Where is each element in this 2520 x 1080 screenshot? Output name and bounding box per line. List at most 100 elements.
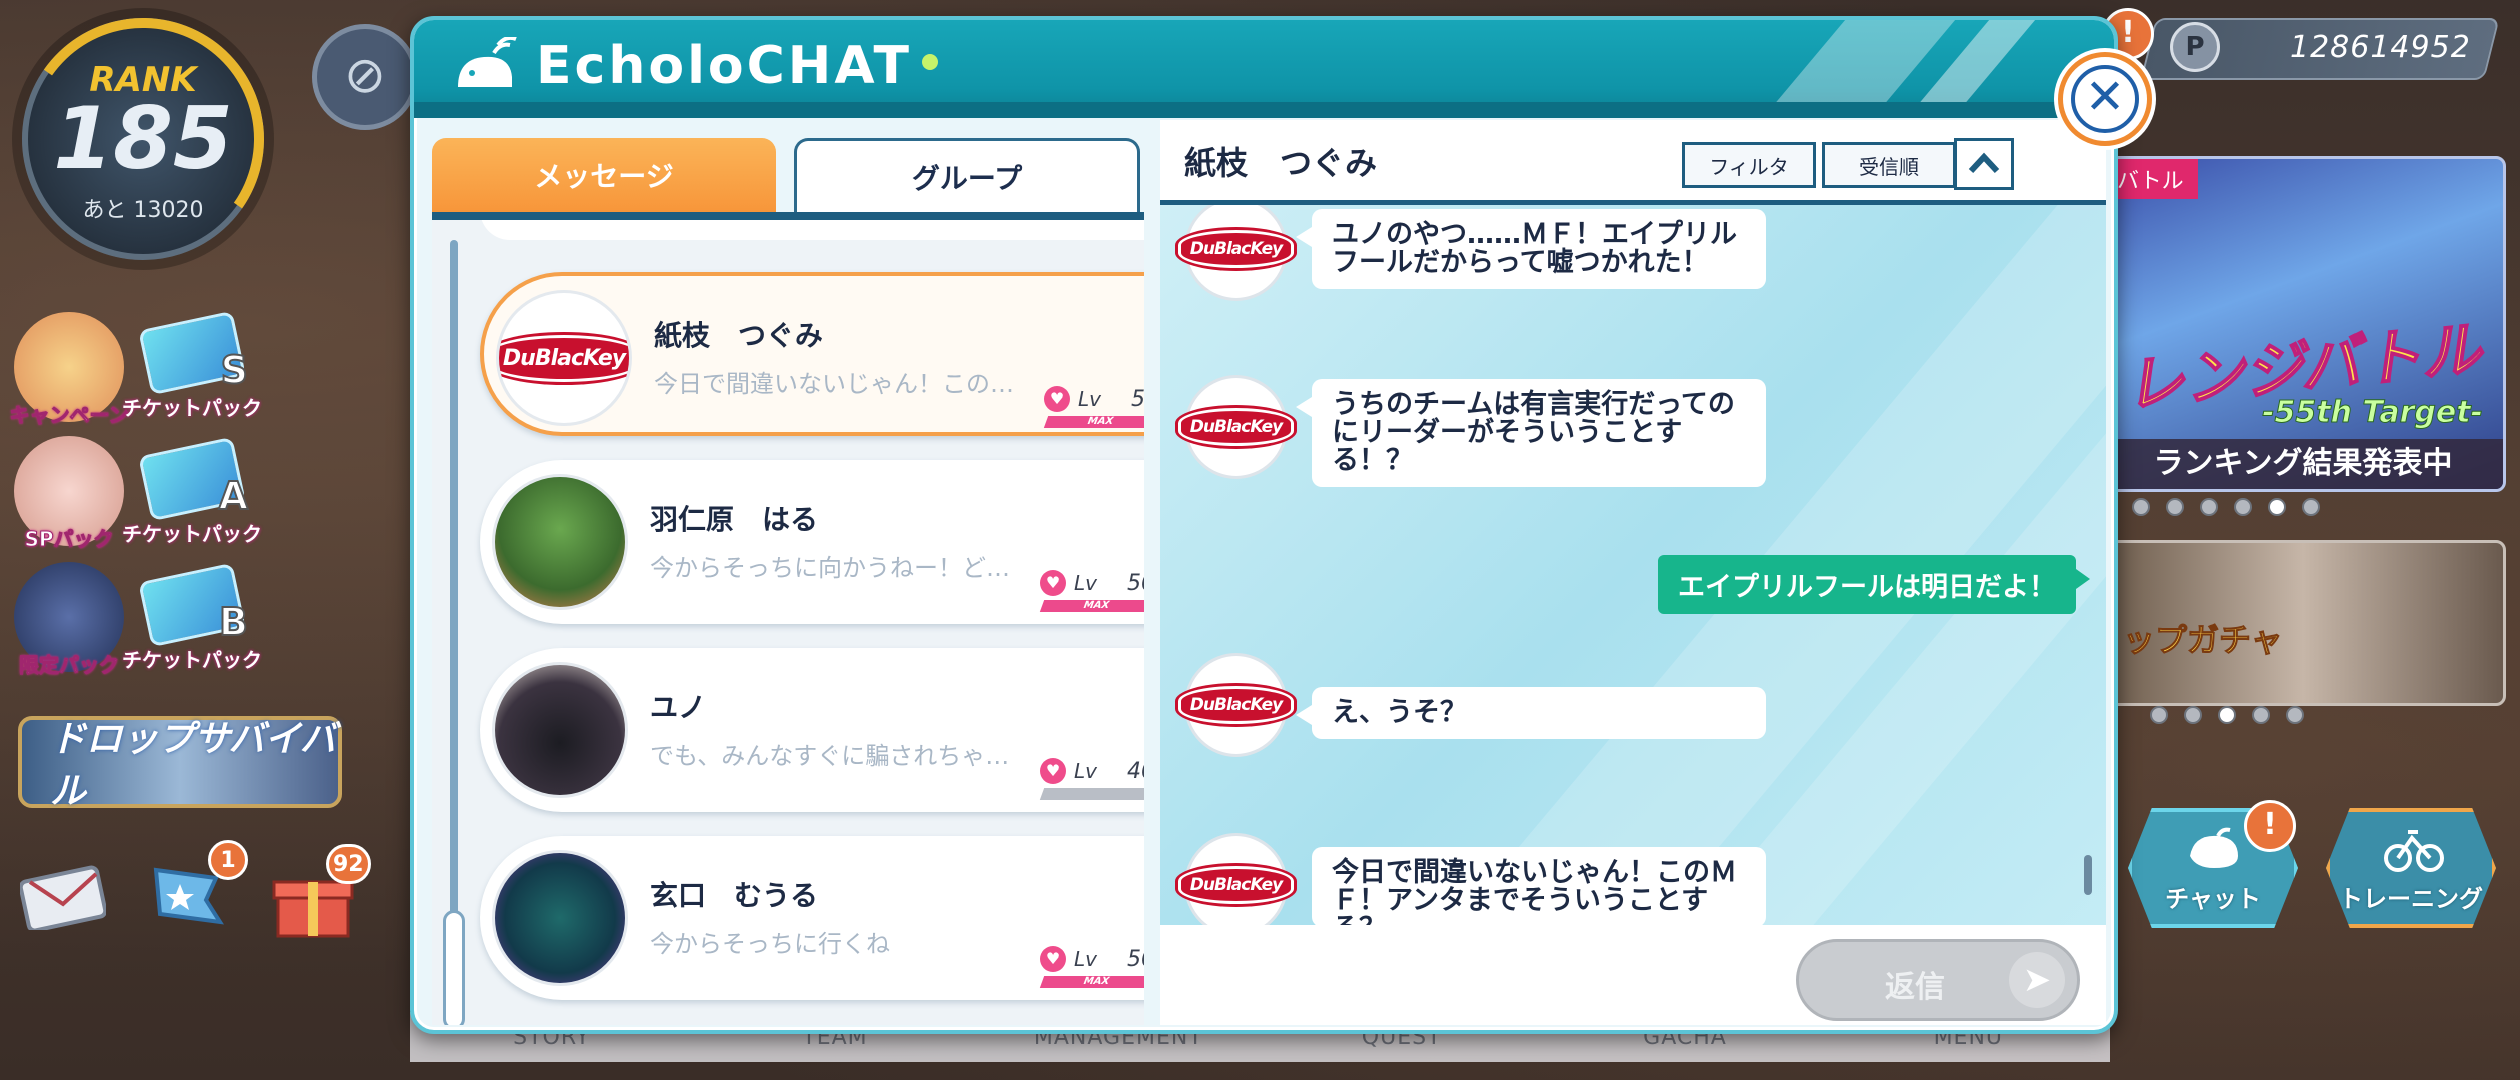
training-button-label: トレーニング	[2339, 885, 2483, 913]
chat-button-label: チャット	[2165, 885, 2261, 913]
reply-button[interactable]: 返信 ➤	[1796, 939, 2080, 1021]
sort-button[interactable]: 受信順	[1822, 142, 1956, 188]
contact-item-yuno[interactable]: ユノ でも、みんなすぐに騙されちゃう… ♥ Lv 40	[480, 648, 1144, 812]
message-avatar: DuBlacKey	[1177, 833, 1295, 925]
pager-dot[interactable]	[2150, 706, 2168, 724]
pager-dot[interactable]	[2166, 498, 2184, 516]
p-coin-icon: P	[2170, 22, 2220, 72]
chat-tabs: メッセージ グループ	[432, 138, 1144, 220]
heart-icon: ♥	[1040, 758, 1066, 784]
contact-item-haru[interactable]: 羽仁原 はる 今からそっちに向かうねー！どん… ♥ Lv 50 MAX	[480, 460, 1144, 624]
contact-item-tsugumi[interactable]: DuBlacKey 紙枝 つぐみ 今日で間違いないじゃん！このM… ♥ Lv 5…	[480, 272, 1144, 436]
training-button[interactable]: トレーニング	[2326, 808, 2496, 928]
rank-next-exp: あと 13020	[82, 198, 204, 223]
ticket-pack-b-button[interactable]: B チケットパック	[122, 562, 262, 672]
ticket-grade: S	[220, 347, 249, 393]
dublackey-logo: DuBlacKey	[499, 334, 629, 382]
heart-icon: ♥	[1044, 386, 1070, 412]
ticket-pack-a-button[interactable]: A チケットパック	[122, 436, 262, 546]
points-value: 128614952	[2290, 29, 2471, 65]
campaign-label: キャンペーン	[9, 403, 129, 428]
scroll-top-button[interactable]	[1954, 138, 2014, 190]
avatar	[492, 850, 628, 986]
pager-dot[interactable]	[2252, 706, 2270, 724]
ticket-grade: B	[218, 599, 249, 645]
limited-pack-label: 限定パック	[19, 653, 120, 678]
filter-button[interactable]: フィルタ	[1682, 142, 1816, 188]
campaign-button[interactable]: キャンペーン	[9, 312, 129, 428]
pager-dot[interactable]	[2132, 498, 2150, 516]
pager-dot-active[interactable]	[2268, 498, 2286, 516]
whale-logo-icon	[454, 35, 520, 95]
mail-icon[interactable]	[18, 860, 108, 946]
conversation-name: 紙枝 つぐみ	[1184, 144, 1377, 182]
avatar: DuBlacKey	[496, 290, 632, 426]
slashed-card-icon[interactable]: ⊘	[312, 24, 418, 130]
ticket-grade: A	[218, 473, 249, 519]
pager-dot[interactable]	[2234, 498, 2252, 516]
ticket-pack-label: チケットパック	[122, 396, 262, 420]
max-bar: MAX	[1039, 600, 1144, 612]
close-button[interactable]: ✕	[2058, 52, 2152, 146]
banner-subtitle: -55th Target-	[2262, 395, 2484, 431]
chat-alert-icon: !	[2244, 800, 2296, 852]
message-bubble: ユノのやつ……ＭＦ！エイプリルフールだからって嘘つかれた！	[1296, 209, 1766, 289]
range-battle-banner[interactable]: バトル レンジバトル -55th Target- ランキング結果発表中	[2100, 156, 2506, 492]
list-scrollbar-track[interactable]	[450, 240, 458, 1010]
message-thread[interactable]: DuBlacKey ユノのやつ……ＭＦ！エイプリルフールだからって嘘つかれた！ …	[1160, 205, 2106, 925]
message-avatar: DuBlacKey	[1177, 653, 1295, 757]
contact-name: ユノ	[650, 691, 707, 724]
heart-icon: ♥	[1040, 946, 1066, 972]
list-item[interactable]	[480, 220, 1144, 240]
level-value: 50	[1126, 570, 1144, 596]
gift-icon[interactable]: 92	[270, 844, 371, 948]
pager-dot[interactable]	[2286, 706, 2304, 724]
dublackey-logo: DuBlacKey	[1177, 866, 1295, 904]
send-arrow-icon: ➤	[2009, 952, 2065, 1008]
contact-preview: 今からそっちに向かうねー！どん…	[650, 554, 1030, 582]
gifts-badge: 92	[326, 844, 371, 884]
rank-gauge[interactable]: RANK 185 あと 13020	[2, 0, 284, 280]
ticket-pack-label: チケットパック	[122, 648, 262, 672]
message-bubble: うちのチームは有言実行だってのにリーダーがそういうことする！？	[1296, 379, 1766, 487]
missions-badge: 1	[208, 840, 248, 880]
tab-messages[interactable]: メッセージ	[432, 138, 776, 212]
pager-dot[interactable]	[2184, 706, 2202, 724]
conversation-header: 紙枝 つぐみ フィルタ 受信順	[1160, 120, 2106, 205]
contact-item-muuru[interactable]: 玄口 むうる 今からそっちに行くね ♥ Lv 50 MAX	[480, 836, 1144, 1000]
level-label: Lv	[1074, 571, 1097, 595]
ticket-pack-s-button[interactable]: S チケットパック	[122, 310, 262, 420]
gacha-banner[interactable]: ップガチャ	[2100, 540, 2506, 706]
sp-pack-button[interactable]: SPパック	[14, 436, 124, 552]
bike-icon	[2384, 830, 2444, 872]
chevron-up-icon	[1968, 152, 2000, 174]
contact-name: 羽仁原 はる	[650, 503, 819, 536]
event-banner[interactable]: ドロップサバイバル	[18, 716, 342, 812]
contact-list[interactable]: DuBlacKey 紙枝 つぐみ 今日で間違いないじゃん！このM… ♥ Lv 5…	[432, 220, 1144, 1025]
level-label: Lv	[1078, 387, 1101, 411]
event-banner-title: ドロップサバイバル	[50, 719, 336, 812]
limited-pack-button[interactable]: 限定パック	[14, 562, 124, 678]
banner-pager-bottom[interactable]	[2150, 706, 2304, 724]
message-avatar: DuBlacKey	[1177, 205, 1295, 301]
max-bar: MAX	[1043, 416, 1144, 428]
reply-label: 返信	[1885, 970, 1945, 1005]
pager-dot[interactable]	[2200, 498, 2218, 516]
tab-groups[interactable]: グループ	[794, 138, 1140, 212]
chat-header: EcholoCHAT	[414, 20, 2114, 118]
list-scrollbar-thumb[interactable]	[443, 910, 465, 1025]
pager-dot-active[interactable]	[2218, 706, 2236, 724]
max-bar: MAX	[1039, 976, 1144, 988]
heart-icon: ♥	[1040, 570, 1066, 596]
affinity-level: ♥ Lv 50	[1040, 946, 1144, 972]
mission-flag-icon[interactable]: 1	[146, 840, 248, 946]
banner-pager-top[interactable]	[2132, 498, 2320, 516]
points-display[interactable]: P 128614952	[2160, 18, 2490, 76]
close-icon: ✕	[2071, 65, 2139, 133]
thread-scrollbar[interactable]	[2084, 855, 2092, 895]
level-label: Lv	[1074, 759, 1097, 783]
contact-preview: 今日で間違いないじゃん！このM…	[654, 370, 1034, 398]
pager-dot[interactable]	[2302, 498, 2320, 516]
message-bubble: 今日で間違いないじゃん！このＭＦ！アンタまでそういうことする？	[1312, 847, 1766, 925]
message-avatar: DuBlacKey	[1177, 375, 1295, 479]
